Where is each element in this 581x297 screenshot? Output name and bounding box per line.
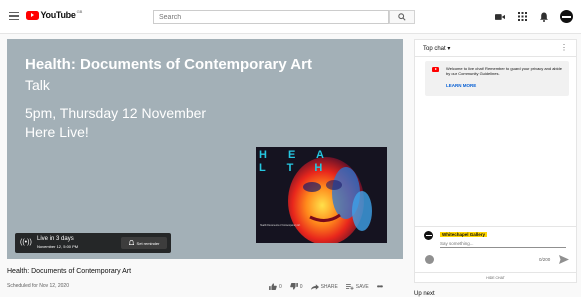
chat-message-input[interactable] <box>440 240 566 248</box>
share-icon <box>310 283 319 290</box>
event-time: 5pm, Thursday 12 November <box>25 105 207 121</box>
chat-welcome-message: Welcome to live chat! Remember to guard … <box>425 61 569 96</box>
like-button[interactable]: 0 <box>269 283 282 290</box>
apps-grid-icon[interactable] <box>516 11 528 23</box>
welcome-text: Welcome to live chat! Remember to guard … <box>446 66 562 76</box>
notifications-bell-icon[interactable] <box>538 11 550 23</box>
youtube-icon <box>432 67 439 72</box>
menu-icon[interactable] <box>9 12 19 20</box>
live-broadcast-icon: ((•)) <box>20 239 32 246</box>
send-icon[interactable] <box>559 255 569 264</box>
up-next-heading: Up next <box>414 291 435 297</box>
share-label: SHARE <box>320 283 338 290</box>
chat-mode-label: Top chat <box>423 46 446 52</box>
dislike-count: 0 <box>299 283 303 290</box>
book-cover-artwork: H E A L T H Health Documents of Contempo… <box>256 147 387 243</box>
video-player[interactable]: Health: Documents of Contemporary Art Ta… <box>7 39 403 259</box>
emoji-icon[interactable] <box>425 255 434 264</box>
player-title: Health: Documents of Contemporary Art <box>25 56 312 73</box>
save-playlist-icon <box>345 283 354 290</box>
chat-username: Whitechapel Gallery <box>440 232 488 237</box>
scheduled-date: Scheduled for Nov 12, 2020 <box>7 283 69 289</box>
save-button[interactable]: SAVE <box>345 283 369 290</box>
top-bar: YouTube GB <box>0 0 581 34</box>
video-title: Health: Documents of Contemporary Art <box>7 268 132 275</box>
event-live-text: Here Live! <box>25 124 89 140</box>
chat-input-area: Whitechapel Gallery 0/200 HIDE CHAT <box>415 226 576 283</box>
video-actions: 0 0 SHARE SAVE ••• <box>269 282 383 291</box>
upcoming-live-banner: ((•)) Live in 3 days November 12, 5:00 P… <box>15 233 171 253</box>
like-icon <box>269 283 277 290</box>
search-input[interactable] <box>153 10 389 24</box>
player-subtitle: Talk <box>25 77 50 93</box>
set-reminder-button[interactable]: Set reminder <box>121 237 167 249</box>
live-countdown: Live in 3 days <box>37 236 74 242</box>
top-chat-dropdown[interactable]: Top chat ▾ <box>423 45 450 52</box>
hide-chat-button[interactable]: HIDE CHAT <box>415 272 576 283</box>
character-counter: 0/200 <box>539 257 551 262</box>
youtube-play-icon <box>26 10 39 20</box>
like-count: 0 <box>279 283 282 290</box>
chat-user-avatar <box>424 231 433 240</box>
search-icon <box>398 13 406 21</box>
create-video-icon[interactable] <box>494 11 506 23</box>
chat-more-icon[interactable]: ⋮ <box>560 43 568 52</box>
search-button[interactable] <box>389 10 415 24</box>
artwork-caption: Health Documents of Contemporary Art <box>260 225 301 227</box>
dislike-icon <box>290 283 298 290</box>
bell-icon <box>128 240 134 245</box>
youtube-logo[interactable]: YouTube GB <box>26 8 83 20</box>
live-chat-panel: Top chat ▾ ⋮ Welcome to live chat! Remem… <box>414 39 577 283</box>
artwork-title-letters: H E A L T H <box>259 149 333 174</box>
logo-text: YouTube <box>40 10 76 20</box>
dislike-button[interactable]: 0 <box>290 283 303 290</box>
learn-more-link[interactable]: LEARN MORE <box>446 83 476 88</box>
live-date: November 12, 5:00 PM <box>37 244 79 249</box>
save-label: SAVE <box>355 283 369 290</box>
more-icon[interactable]: ••• <box>377 282 383 291</box>
account-avatar[interactable] <box>560 10 573 23</box>
set-reminder-label: Set reminder <box>136 240 160 246</box>
share-button[interactable]: SHARE <box>310 283 338 290</box>
chat-header: Top chat ▾ ⋮ <box>415 40 576 57</box>
logo-country-code: GB <box>76 8 83 14</box>
